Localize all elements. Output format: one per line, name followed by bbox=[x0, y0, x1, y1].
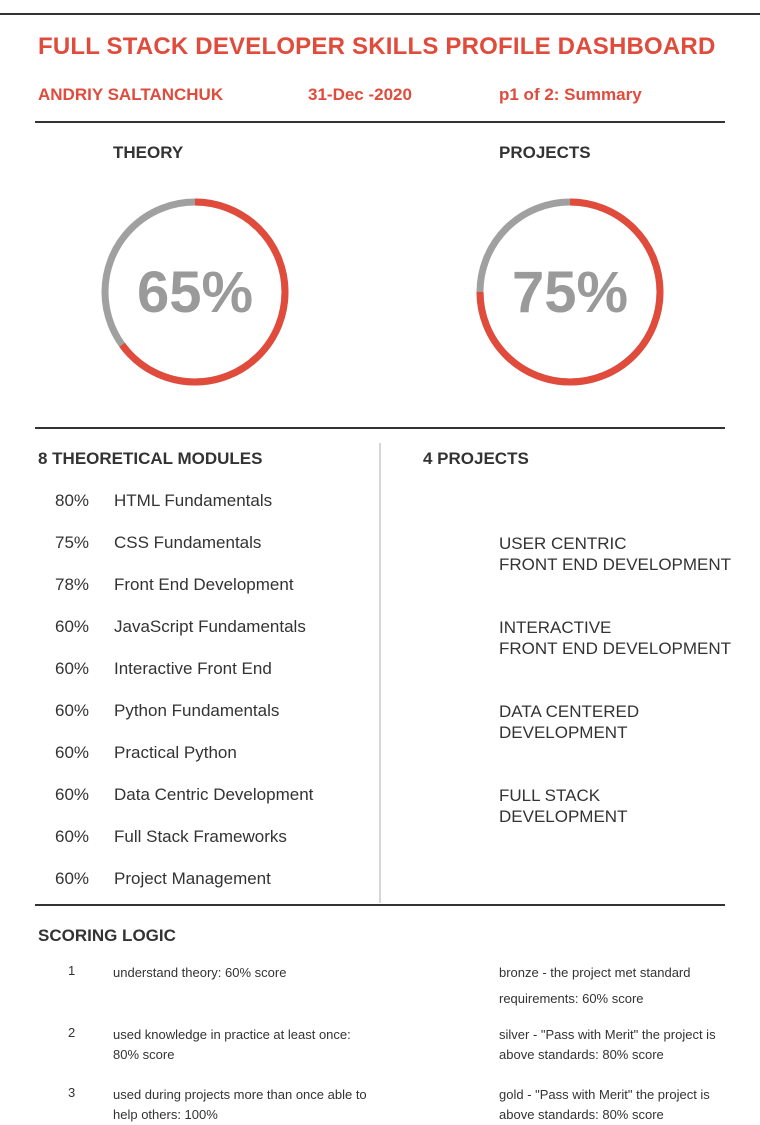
project-item: FULL STACK DEVELOPMENT bbox=[499, 786, 628, 826]
page-title: FULL STACK DEVELOPER SKILLS PROFILE DASH… bbox=[38, 33, 716, 60]
module-name: HTML Fundamentals bbox=[114, 491, 273, 510]
page-indicator: p1 of 2: Summary bbox=[499, 85, 642, 104]
project-item: USER CENTRIC FRONT END DEVELOPMENT bbox=[499, 534, 732, 574]
scoring-theory-rule: used knowledge in practice at least once… bbox=[113, 1027, 351, 1062]
module-name: Python Fundamentals bbox=[114, 701, 280, 720]
module-name: Full Stack Frameworks bbox=[114, 827, 287, 846]
divider-scoring bbox=[35, 904, 725, 906]
module-row: 80% HTML Fundamentals bbox=[55, 491, 272, 511]
report-date: 31-Dec -2020 bbox=[308, 85, 412, 104]
scoring-level-number: 2 bbox=[68, 1025, 76, 1040]
module-score: 75% bbox=[55, 533, 90, 552]
project-item: DATA CENTERED DEVELOPMENT bbox=[499, 702, 640, 742]
module-row: 60% Interactive Front End bbox=[55, 659, 272, 679]
module-name: Practical Python bbox=[114, 743, 237, 762]
scoring-level-number: 1 bbox=[68, 963, 76, 978]
scoring-theory-rule: used during projects more than once able… bbox=[113, 1087, 367, 1122]
scoring-project-rule: bronze - the project met standard requir… bbox=[499, 965, 691, 1006]
projects-gauge: 75% bbox=[470, 192, 670, 392]
module-score: 60% bbox=[55, 785, 90, 804]
column-divider bbox=[379, 443, 381, 903]
module-row: 60% Data Centric Development bbox=[55, 785, 313, 805]
module-score: 60% bbox=[55, 743, 90, 762]
theory-label: THEORY bbox=[113, 143, 184, 162]
scoring-heading: SCORING LOGIC bbox=[38, 926, 176, 945]
module-row: 60% JavaScript Fundamentals bbox=[55, 617, 306, 637]
scoring-theory-rule: understand theory: 60% score bbox=[113, 965, 287, 980]
divider-gauges bbox=[35, 427, 725, 429]
scoring-level-number: 3 bbox=[68, 1085, 76, 1100]
module-row: 75% CSS Fundamentals bbox=[55, 533, 261, 553]
projects-heading: 4 PROJECTS bbox=[423, 449, 529, 468]
author-name: ANDRIY SALTANCHUK bbox=[38, 85, 224, 104]
module-row: 60% Python Fundamentals bbox=[55, 701, 279, 721]
module-name: Front End Development bbox=[114, 575, 294, 594]
module-score: 60% bbox=[55, 827, 90, 846]
module-row: 60% Full Stack Frameworks bbox=[55, 827, 287, 847]
module-score: 78% bbox=[55, 575, 90, 594]
divider-header bbox=[35, 121, 725, 123]
theory-gauge: 65% bbox=[95, 192, 295, 392]
theory-gauge-value: 65% bbox=[136, 259, 254, 325]
module-score: 60% bbox=[55, 659, 90, 678]
modules-heading: 8 THEORETICAL MODULES bbox=[38, 449, 263, 468]
module-row: 60% Project Management bbox=[55, 869, 271, 889]
module-score: 60% bbox=[55, 617, 90, 636]
projects-gauge-value: 75% bbox=[511, 259, 629, 325]
module-score: 80% bbox=[55, 491, 90, 510]
scoring-project-rule: silver - "Pass with Merit" the project i… bbox=[499, 1027, 716, 1062]
scoring-project-rule: gold - "Pass with Merit" the project is … bbox=[499, 1087, 710, 1122]
projects-label: PROJECTS bbox=[499, 143, 591, 162]
project-item: INTERACTIVE FRONT END DEVELOPMENT bbox=[499, 618, 732, 658]
module-name: CSS Fundamentals bbox=[114, 533, 262, 552]
module-name: Interactive Front End bbox=[114, 659, 272, 678]
top-rule bbox=[0, 13, 760, 15]
module-row: 60% Practical Python bbox=[55, 743, 237, 763]
module-score: 60% bbox=[55, 869, 90, 888]
module-row: 78% Front End Development bbox=[55, 575, 294, 595]
module-name: JavaScript Fundamentals bbox=[114, 617, 306, 636]
module-name: Project Management bbox=[114, 869, 271, 888]
module-score: 60% bbox=[55, 701, 90, 720]
module-name: Data Centric Development bbox=[114, 785, 314, 804]
